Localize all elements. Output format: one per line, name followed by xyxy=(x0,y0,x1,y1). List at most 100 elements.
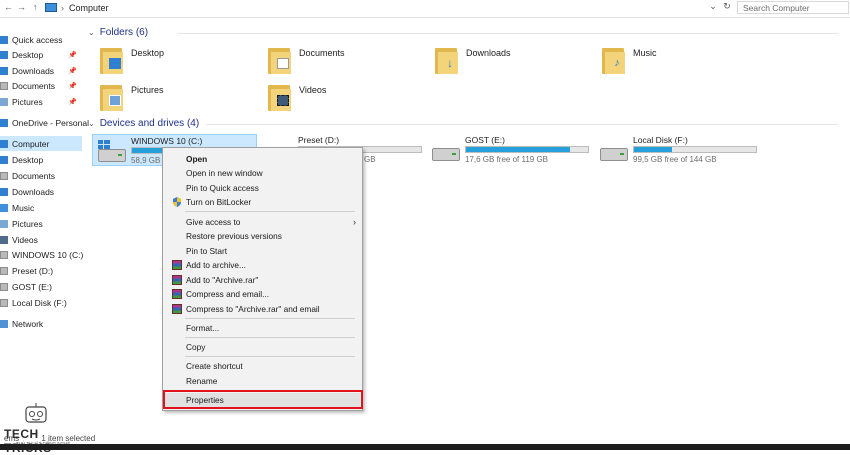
winrar-icon xyxy=(172,260,182,270)
sidebar-item-videos[interactable]: Videos xyxy=(0,232,82,247)
drives-header-label: Devices and drives (4) xyxy=(99,118,200,129)
menu-item-copy[interactable]: Copy xyxy=(165,340,360,354)
drive-label: GOST (E:) xyxy=(465,135,505,145)
menu-item-rename[interactable]: Rename xyxy=(165,374,360,388)
computer-icon xyxy=(0,139,8,148)
drive-f[interactable]: Local Disk (F:) 99,5 GB free of 144 GB xyxy=(595,134,760,166)
menu-item-label: Format... xyxy=(186,323,220,333)
sidebar-item-documents[interactable]: Documents 📌 xyxy=(0,78,82,93)
breadcrumb-computer[interactable]: Computer xyxy=(69,3,109,13)
drive-icon xyxy=(0,250,8,259)
menu-item-label: Open in new window xyxy=(186,168,263,178)
drive-icon xyxy=(0,298,8,307)
pictures-icon xyxy=(0,219,8,228)
menu-item-label: Add to "Archive.rar" xyxy=(186,275,259,285)
folders-header-label: Folders (6) xyxy=(99,27,149,38)
folder-music[interactable]: ♪ Music xyxy=(592,42,742,78)
menu-item-label: Pin to Start xyxy=(186,246,228,256)
drive-usage-bar xyxy=(465,146,589,153)
folder-label: Documents xyxy=(299,48,345,58)
sidebar-item-label: Local Disk (F:) xyxy=(12,297,67,308)
drives-group-header[interactable]: ⌄ Devices and drives (4) xyxy=(88,118,838,129)
sidebar-item-desktop[interactable]: Desktop 📌 xyxy=(0,47,82,62)
sidebar-item-downloads-2[interactable]: Downloads xyxy=(0,184,82,199)
sidebar-item-drive-c[interactable]: WINDOWS 10 (C:) xyxy=(0,247,83,262)
menu-item-pin-quick-access[interactable]: Pin to Quick access xyxy=(165,181,360,195)
sidebar-item-label: Pictures xyxy=(12,96,43,107)
folder-downloads[interactable]: ↓ Downloads xyxy=(425,42,575,78)
menu-item-label: Turn on BitLocker xyxy=(186,197,252,207)
shield-icon xyxy=(172,197,182,207)
forward-arrow-icon[interactable]: → xyxy=(17,2,26,12)
sidebar-item-label: Computer xyxy=(12,138,50,149)
sidebar-item-label: Music xyxy=(12,202,35,213)
up-arrow-icon[interactable]: ↑ xyxy=(33,2,38,12)
menu-item-format[interactable]: Format... xyxy=(165,321,360,335)
header-divider xyxy=(206,124,838,125)
cloud-icon xyxy=(0,118,8,127)
menu-item-pin-start[interactable]: Pin to Start xyxy=(165,244,360,258)
menu-item-open[interactable]: Open xyxy=(165,152,360,166)
drive-icon xyxy=(0,266,8,275)
menu-item-bitlocker[interactable]: Turn on BitLocker xyxy=(165,195,360,209)
address-field[interactable]: › Computer xyxy=(45,1,705,14)
sidebar-item-music[interactable]: Music xyxy=(0,200,82,215)
downloads-folder-icon: ↓ xyxy=(435,48,458,74)
menu-item-compress-rar-email[interactable]: Compress to "Archive.rar" and email xyxy=(165,302,360,316)
menu-item-compress-email[interactable]: Compress and email... xyxy=(165,287,360,301)
refresh-icon[interactable]: ↻ xyxy=(720,1,734,14)
address-dropdown-icon[interactable]: ⌄ xyxy=(706,1,720,14)
drive-label: Preset (D:) xyxy=(298,135,340,145)
documents-icon xyxy=(0,81,8,90)
videos-icon xyxy=(0,235,8,244)
search-input[interactable]: Search Computer xyxy=(737,1,849,14)
sidebar-item-documents-2[interactable]: Documents xyxy=(0,168,82,183)
tech-tricks-logo: TECH TRICKS THỦ THUẬT CÔNG NGHỆ xyxy=(4,403,84,455)
pin-icon: 📌 xyxy=(68,82,77,90)
menu-item-label: Compress to "Archive.rar" and email xyxy=(186,304,320,314)
menu-item-give-access[interactable]: Give access to › xyxy=(165,215,360,229)
sidebar-item-pictures[interactable]: Pictures 📌 xyxy=(0,94,82,109)
menu-item-add-archive-rar[interactable]: Add to "Archive.rar" xyxy=(165,273,360,287)
sidebar-item-label: Videos xyxy=(12,234,38,245)
sidebar-item-label: GOST (E:) xyxy=(12,281,52,292)
menu-item-create-shortcut[interactable]: Create shortcut xyxy=(165,359,360,373)
drive-usage-bar xyxy=(633,146,757,153)
desktop-folder-icon xyxy=(100,48,123,74)
sidebar-item-drive-e[interactable]: GOST (E:) xyxy=(0,279,82,294)
sidebar-item-label: Documents xyxy=(12,170,55,181)
properties-highlight-annotation xyxy=(163,390,363,409)
sidebar-item-downloads[interactable]: Downloads 📌 xyxy=(0,63,82,78)
folder-desktop[interactable]: Desktop xyxy=(90,42,240,78)
menu-item-open-new-window[interactable]: Open in new window xyxy=(165,166,360,180)
menu-item-add-archive[interactable]: Add to archive... xyxy=(165,258,360,272)
sidebar-item-quick-access[interactable]: Quick access xyxy=(0,32,82,47)
chevron-right-icon: › xyxy=(353,217,356,227)
menu-item-label: Give access to xyxy=(186,217,241,227)
sidebar-item-label: OneDrive - Personal xyxy=(12,117,90,128)
menu-item-label: Open xyxy=(186,154,208,164)
folder-videos[interactable]: Videos xyxy=(258,79,408,115)
menu-item-restore-versions[interactable]: Restore previous versions xyxy=(165,229,360,243)
drive-icon xyxy=(98,149,126,162)
sidebar-item-drive-f[interactable]: Local Disk (F:) xyxy=(0,295,82,310)
folder-label: Videos xyxy=(299,85,327,95)
sidebar-item-network[interactable]: Network xyxy=(0,316,82,331)
drive-e[interactable]: GOST (E:) 17,6 GB free of 119 GB xyxy=(427,134,592,166)
navigation-pane: Quick access Desktop 📌 Downloads 📌 Docum… xyxy=(0,28,89,438)
sidebar-item-computer[interactable]: Computer xyxy=(0,136,82,151)
sidebar-item-desktop-2[interactable]: Desktop xyxy=(0,152,82,167)
sidebar-item-onedrive[interactable]: OneDrive - Personal xyxy=(0,115,89,130)
menu-item-label: Create shortcut xyxy=(186,361,243,371)
folders-group-header[interactable]: ⌄ Folders (6) xyxy=(88,27,838,38)
star-icon xyxy=(0,35,8,44)
folder-pictures[interactable]: Pictures xyxy=(90,79,240,115)
pictures-icon xyxy=(0,97,8,106)
menu-item-label: Compress and email... xyxy=(186,289,270,299)
folder-documents[interactable]: Documents xyxy=(258,42,408,78)
sidebar-item-drive-d[interactable]: Preset (D:) xyxy=(0,263,82,278)
folder-label: Downloads xyxy=(466,48,511,58)
sidebar-item-pictures-2[interactable]: Pictures xyxy=(0,216,82,231)
pictures-folder-icon xyxy=(100,85,123,111)
back-arrow-icon[interactable]: ← xyxy=(4,2,13,12)
